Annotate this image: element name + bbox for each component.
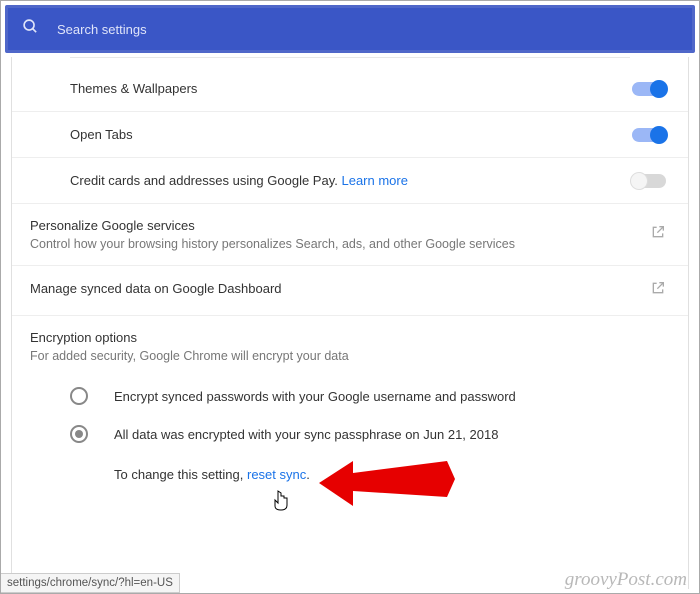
- search-input[interactable]: [57, 22, 678, 37]
- row-label: Credit cards and addresses using Google …: [70, 173, 632, 188]
- themes-toggle[interactable]: [632, 82, 666, 96]
- radio-label: All data was encrypted with your sync pa…: [114, 427, 498, 442]
- section-title: Manage synced data on Google Dashboard: [30, 281, 650, 296]
- search-icon: [22, 18, 39, 40]
- section-subtitle: For added security, Google Chrome will e…: [30, 349, 666, 363]
- sync-themes-row: Themes & Wallpapers: [12, 66, 688, 112]
- reset-sync-note: To change this setting, reset sync.: [12, 453, 688, 496]
- sync-creditcards-row: Credit cards and addresses using Google …: [12, 158, 688, 204]
- status-text: settings/chrome/sync/?hl=en-US: [7, 577, 173, 589]
- row-label: Themes & Wallpapers: [70, 81, 632, 96]
- external-link-icon: [650, 224, 666, 245]
- watermark: groovyPost.com: [565, 569, 687, 591]
- personalize-services-row[interactable]: Personalize Google services Control how …: [12, 204, 688, 266]
- creditcards-toggle[interactable]: [632, 174, 666, 188]
- encrypt-passwords-option[interactable]: Encrypt synced passwords with your Googl…: [12, 377, 688, 415]
- radio-selected-icon: [70, 425, 88, 443]
- radio-unselected-icon: [70, 387, 88, 405]
- learn-more-link[interactable]: Learn more: [341, 173, 407, 188]
- encryption-options-section: Encryption options For added security, G…: [12, 316, 688, 377]
- row-label: Open Tabs: [70, 127, 632, 142]
- status-bar: settings/chrome/sync/?hl=en-US: [1, 573, 180, 593]
- search-bar[interactable]: [5, 5, 695, 53]
- section-subtitle: Control how your browsing history person…: [30, 237, 650, 251]
- external-link-icon: [650, 280, 666, 301]
- encrypt-passphrase-option[interactable]: All data was encrypted with your sync pa…: [12, 415, 688, 453]
- manage-synced-data-row[interactable]: Manage synced data on Google Dashboard: [12, 266, 688, 316]
- reset-sync-link[interactable]: reset sync: [247, 467, 306, 482]
- sync-tabs-row: Open Tabs: [12, 112, 688, 158]
- radio-label: Encrypt synced passwords with your Googl…: [114, 389, 516, 404]
- section-title: Personalize Google services: [30, 218, 650, 233]
- section-title: Encryption options: [30, 330, 666, 345]
- tabs-toggle[interactable]: [632, 128, 666, 142]
